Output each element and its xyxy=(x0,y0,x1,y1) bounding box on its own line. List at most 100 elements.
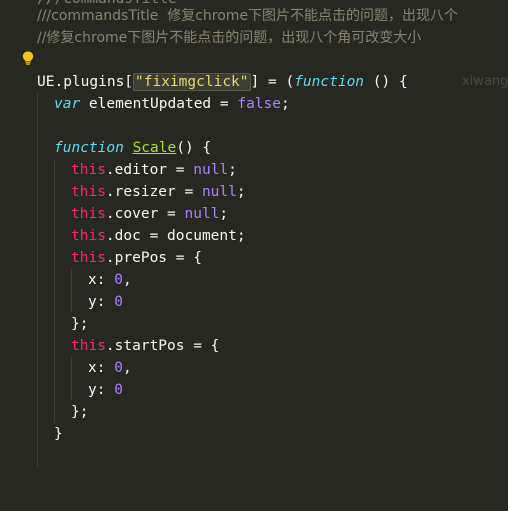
indent-guide xyxy=(37,335,38,357)
lightbulb-icon[interactable] xyxy=(22,51,34,65)
indent-guide xyxy=(37,115,38,137)
number-literal: 0 xyxy=(114,294,123,310)
indent-guide xyxy=(37,181,38,203)
indent-guide xyxy=(54,335,55,357)
keyword-function: function xyxy=(294,74,365,90)
code-line-13[interactable]: x: 0, xyxy=(0,269,132,291)
code-content: }; xyxy=(71,316,89,332)
indent-guide xyxy=(54,313,55,335)
code-content: this.resizer = null; xyxy=(71,181,246,203)
indent-guide xyxy=(71,357,72,379)
code-line-21[interactable] xyxy=(0,445,38,467)
code-line-6[interactable] xyxy=(0,115,38,137)
code-editor[interactable]: ///commandsTitle ///commandsTitle 修复chro… xyxy=(0,0,508,472)
code-content: this.startPos = { xyxy=(71,335,219,357)
comment-text: ///commandsTitle 修复chrome下图片不能点击的问题，出现八个 xyxy=(37,8,459,24)
code-line-15[interactable]: }; xyxy=(0,313,88,335)
indent-guide xyxy=(37,159,38,181)
keyword-this: this xyxy=(71,206,106,222)
identifier: .resizer = xyxy=(105,184,202,200)
comment-text: //修复chrome下图片不能点击的问题，出现八个角可改变大小 xyxy=(37,30,422,46)
null-literal: null xyxy=(201,184,237,200)
identifier: .cover = xyxy=(105,206,185,222)
punctuation: ; xyxy=(228,162,237,178)
indent-guide xyxy=(37,357,38,379)
property-key: y: xyxy=(88,382,115,398)
indent-guide xyxy=(54,357,55,379)
indent-guide xyxy=(37,445,38,467)
code-line-10[interactable]: this.cover = null; xyxy=(0,203,228,225)
code-content: x: 0, xyxy=(88,269,132,291)
punctuation: ; xyxy=(236,184,246,200)
indent-guide xyxy=(37,423,38,445)
punctuation: () { xyxy=(176,140,212,156)
indent-guide xyxy=(71,379,72,401)
code-line-20[interactable]: } xyxy=(0,423,63,445)
code-line-19[interactable]: }; xyxy=(0,401,88,423)
string-literal: "fiximgclick" xyxy=(133,73,251,91)
code-line-7[interactable]: function Scale() { xyxy=(0,137,211,159)
code-content: this.doc = document; xyxy=(71,225,246,247)
code-content: this.prePos = { xyxy=(71,247,202,269)
code-content: y: 0 xyxy=(88,291,123,313)
code-line-8[interactable]: this.editor = null; xyxy=(0,159,237,181)
indent-guide xyxy=(37,203,38,225)
indent-guide xyxy=(37,313,38,335)
keyword-this: this xyxy=(71,162,106,178)
indent-guide xyxy=(37,137,38,159)
null-literal: null xyxy=(193,162,229,178)
indent-guide xyxy=(54,181,55,203)
property-key: y: xyxy=(88,294,115,310)
function-name: Scale xyxy=(132,140,177,156)
code-line-1[interactable]: ///commandsTitle 修复chrome下图片不能点击的问题，出现八个 xyxy=(0,5,458,27)
code-line-18[interactable]: y: 0 xyxy=(0,379,123,401)
code-content: y: 0 xyxy=(88,379,123,401)
number-literal: 0 xyxy=(114,272,123,288)
indent-guide xyxy=(37,93,38,115)
property-key: x: xyxy=(88,360,115,376)
identifier: .editor = xyxy=(105,162,194,178)
indent-guide xyxy=(37,269,38,291)
code-content: UE.plugins["fiximgclick"] = (function ()… xyxy=(37,71,408,93)
code-content: function Scale() { xyxy=(54,137,211,159)
code-content: var elementUpdated = false; xyxy=(54,93,290,115)
codelens-hint: xiwang xyxy=(462,74,508,89)
code-line-11[interactable]: this.doc = document; xyxy=(0,225,246,247)
indent-guide xyxy=(37,291,38,313)
code-content: } xyxy=(54,426,63,442)
indent-guide xyxy=(71,269,72,291)
keyword-this: this xyxy=(71,338,106,354)
identifier: .startPos = { xyxy=(105,338,220,354)
indent-guide xyxy=(37,247,38,269)
identifier: UE.plugins[ xyxy=(37,74,134,90)
punctuation: () { xyxy=(364,74,408,90)
indent-guide xyxy=(71,291,72,313)
punctuation: , xyxy=(122,272,132,288)
code-line-2[interactable]: //修复chrome下图片不能点击的问题，出现八个角可改变大小 xyxy=(0,27,421,49)
code-line-17[interactable]: x: 0, xyxy=(0,357,132,379)
keyword-var: var xyxy=(54,96,81,112)
keyword-this: this xyxy=(71,184,106,200)
identifier: elementUpdated = xyxy=(80,96,238,112)
code-content: }; xyxy=(71,404,89,420)
code-content: this.editor = null; xyxy=(71,159,237,181)
punctuation: ; xyxy=(219,206,229,222)
indent-guide xyxy=(54,269,55,291)
keyword-this: this xyxy=(71,250,106,266)
keyword-function: function xyxy=(54,140,124,156)
indent-guide xyxy=(54,291,55,313)
code-line-5[interactable]: var elementUpdated = false; xyxy=(0,93,290,115)
indent-guide xyxy=(37,401,38,423)
code-line-12[interactable]: this.prePos = { xyxy=(0,247,202,269)
indent-guide xyxy=(37,225,38,247)
indent-guide xyxy=(54,379,55,401)
code-line-4[interactable]: UE.plugins["fiximgclick"] = (function ()… xyxy=(0,71,508,93)
property-key: x: xyxy=(88,272,115,288)
code-line-14[interactable]: y: 0 xyxy=(0,291,123,313)
code-line-16[interactable]: this.startPos = { xyxy=(0,335,219,357)
code-content: this.cover = null; xyxy=(71,203,228,225)
code-line-9[interactable]: this.resizer = null; xyxy=(0,181,246,203)
indent-guide xyxy=(54,247,55,269)
keyword-this: this xyxy=(71,228,106,244)
null-literal: null xyxy=(184,206,220,222)
